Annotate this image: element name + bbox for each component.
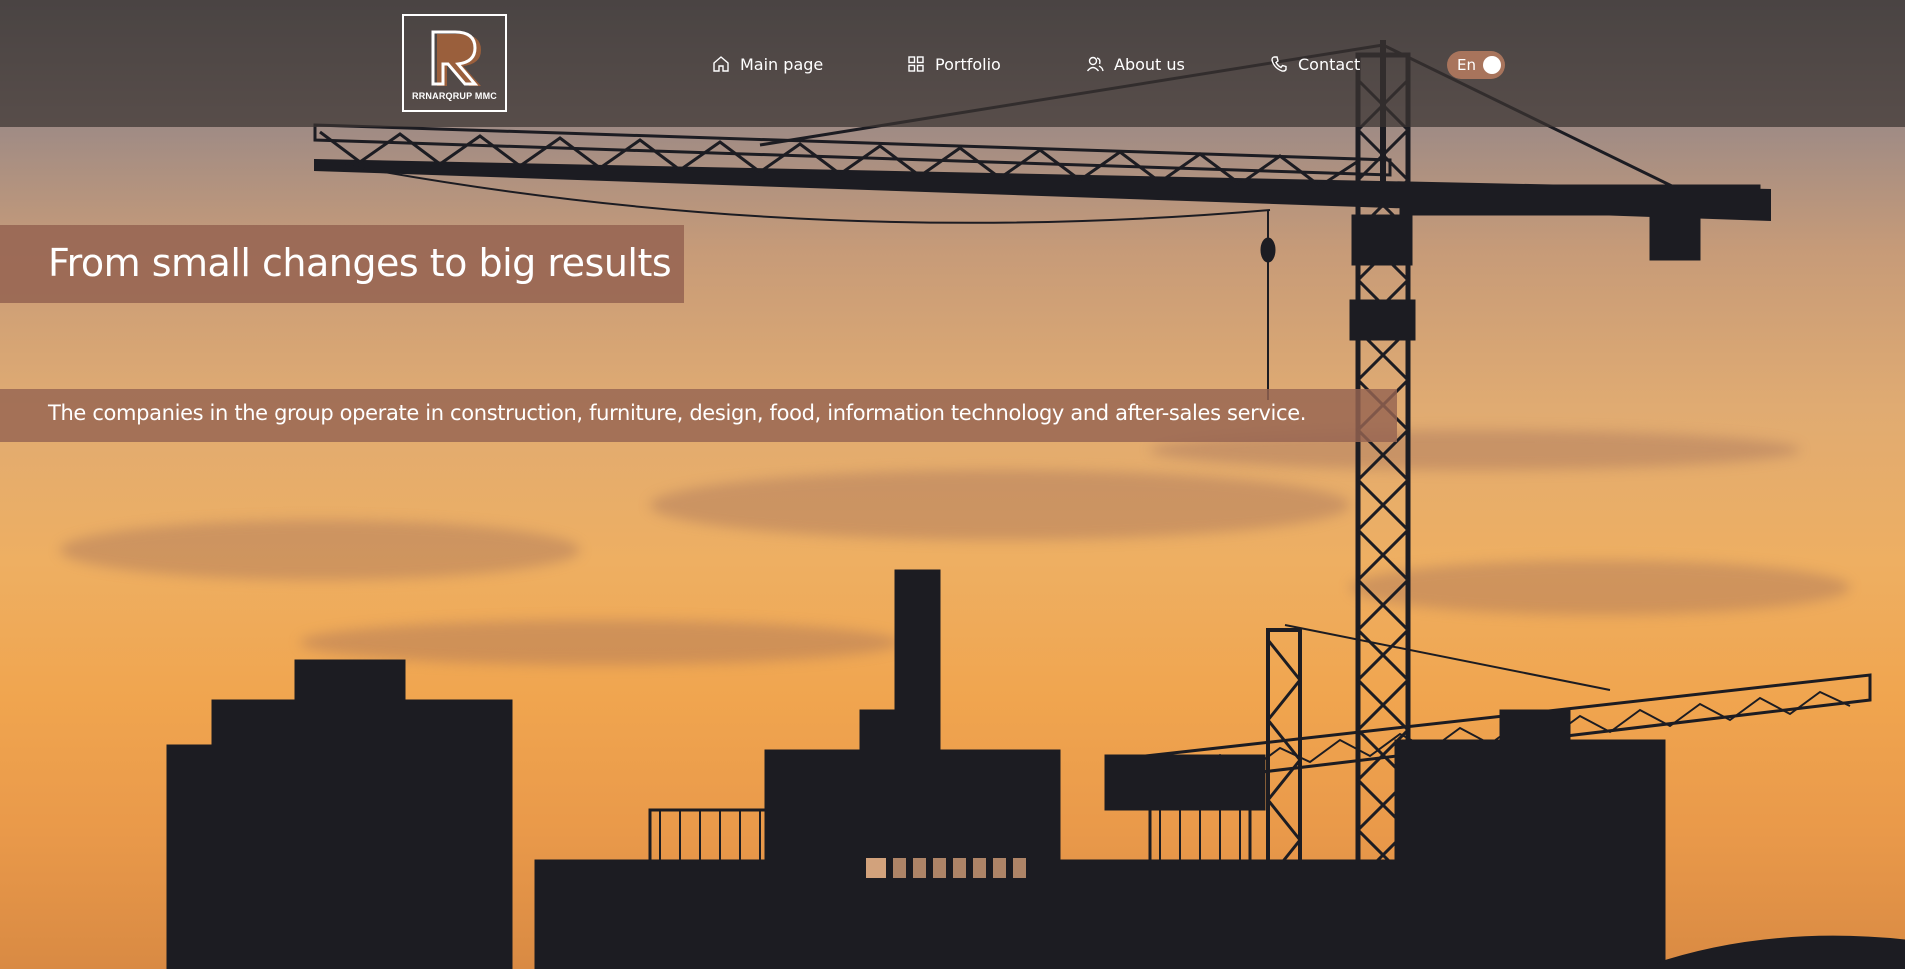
- nav-label: Main page: [740, 54, 824, 74]
- slide-dot-7[interactable]: [993, 858, 1006, 878]
- logo-mark-icon: [425, 28, 485, 88]
- nav-label: Portfolio: [935, 54, 1001, 74]
- slider-pagination: [866, 858, 1026, 878]
- header-bar: RRNARQRUP MMC Main page Portfolio About …: [0, 0, 1905, 127]
- hero-subtitle: The companies in the group operate in co…: [48, 401, 1307, 425]
- hero-subtitle-band: The companies in the group operate in co…: [0, 389, 1397, 442]
- users-icon: [1086, 56, 1104, 72]
- hero-title: From small changes to big results: [48, 241, 672, 285]
- slide-dot-4[interactable]: [933, 858, 946, 878]
- language-toggle[interactable]: En: [1447, 51, 1505, 79]
- slide-dot-6[interactable]: [973, 858, 986, 878]
- logo-text: RRNARQRUP MMC: [412, 91, 497, 101]
- slide-dot-3[interactable]: [913, 858, 926, 878]
- grid-icon: [908, 56, 924, 72]
- slide-dot-8[interactable]: [1013, 858, 1026, 878]
- hero-title-band: From small changes to big results: [0, 225, 684, 303]
- company-logo[interactable]: RRNARQRUP MMC: [402, 14, 507, 112]
- slide-dot-2[interactable]: [893, 858, 906, 878]
- slide-dot-5[interactable]: [953, 858, 966, 878]
- language-label: En: [1457, 56, 1476, 74]
- hero-background: [0, 0, 1905, 969]
- nav-item-about-us[interactable]: About us: [1086, 52, 1185, 76]
- nav-label: Contact: [1298, 54, 1361, 74]
- home-icon: [713, 56, 729, 72]
- nav-item-contact[interactable]: Contact: [1270, 52, 1360, 76]
- toggle-knob: [1483, 56, 1501, 74]
- construction-skyline-illustration: [166, 40, 1905, 969]
- nav-item-main-page[interactable]: Main page: [712, 52, 823, 76]
- phone-icon: [1271, 56, 1287, 72]
- slide-dot-1[interactable]: [866, 858, 886, 878]
- nav-label: About us: [1114, 54, 1185, 74]
- nav-item-portfolio[interactable]: Portfolio: [907, 52, 1001, 76]
